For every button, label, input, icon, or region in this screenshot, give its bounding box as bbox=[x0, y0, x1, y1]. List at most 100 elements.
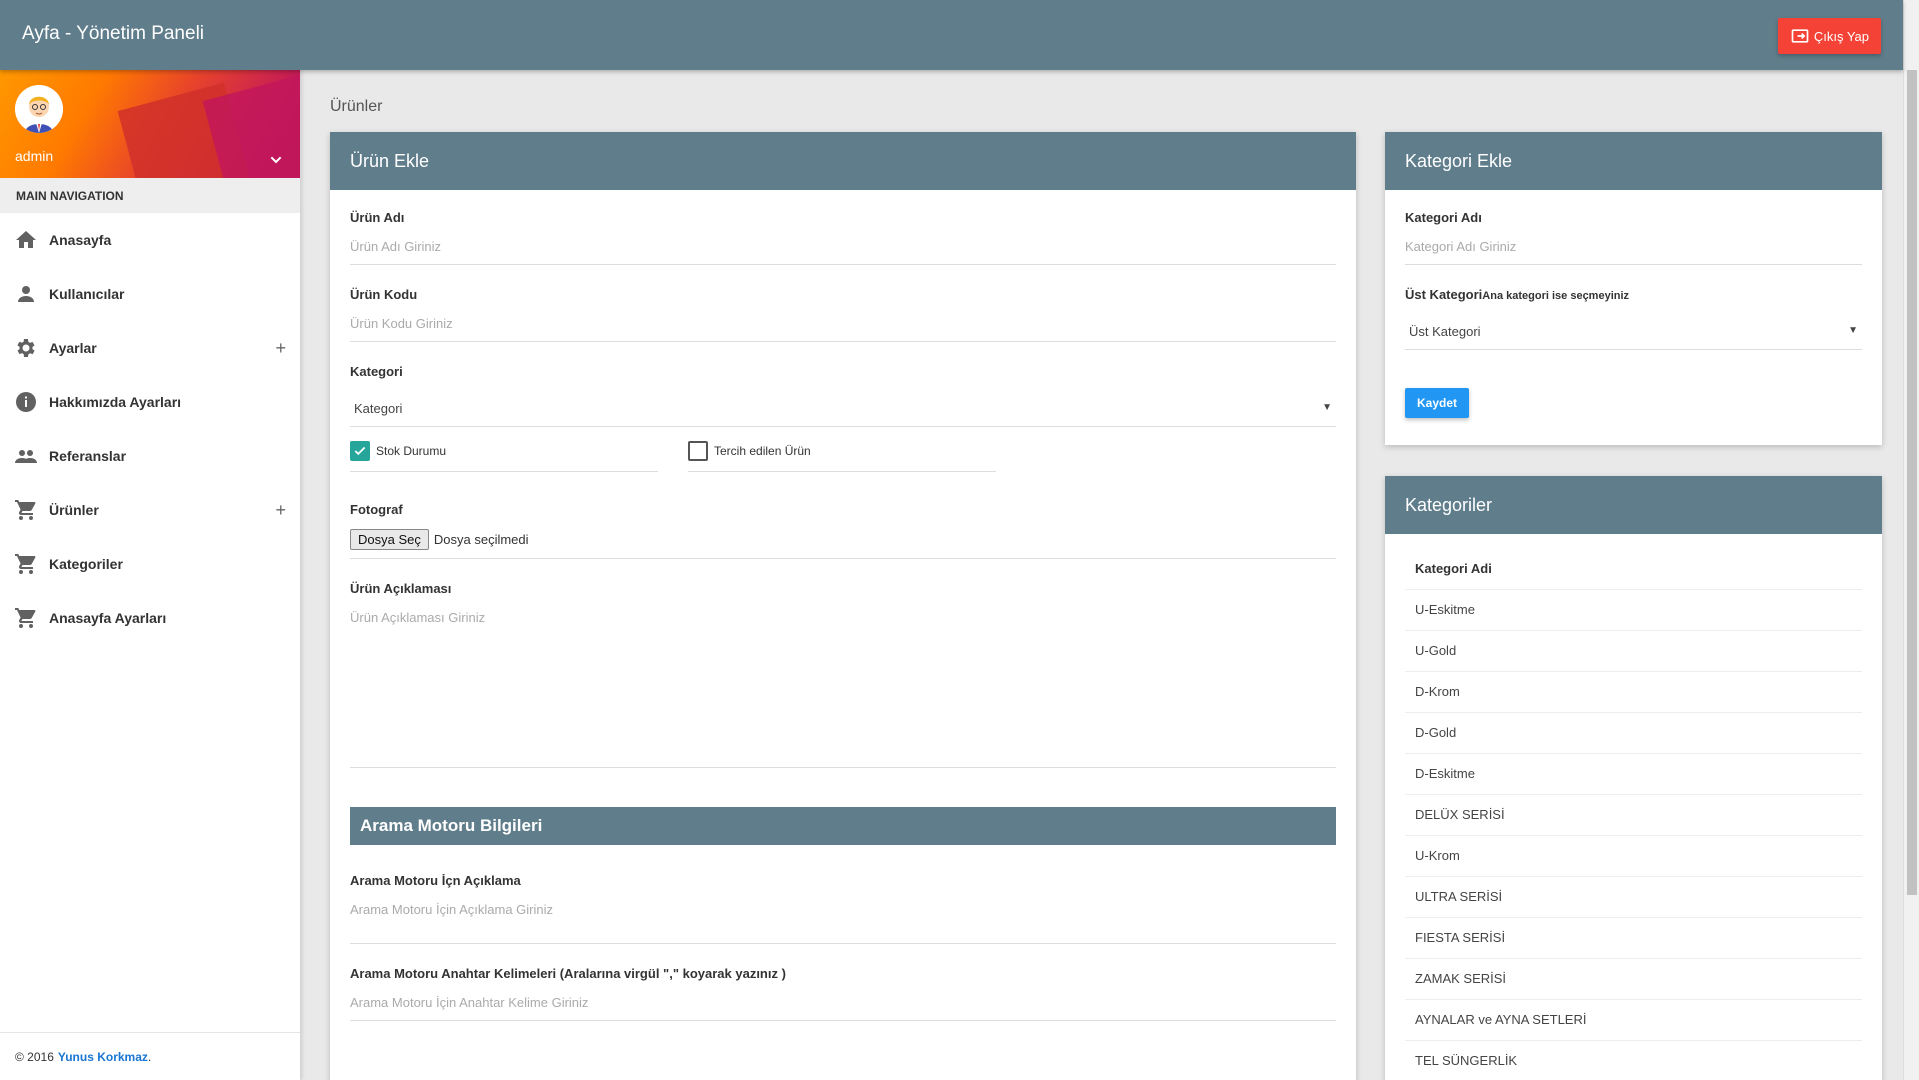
people-icon bbox=[14, 444, 38, 468]
preferred-checkbox-label: Tercih edilen Ürün bbox=[714, 444, 811, 458]
parent-category-hint: Ana kategori ise seçmeyiniz bbox=[1482, 290, 1630, 302]
categories-table: Kategori Adi U-Eskitme U-Gold D-Krom D-G… bbox=[1405, 548, 1862, 1080]
checkbox-row: Stok Durumu Tercih edilen Ürün bbox=[350, 441, 1336, 472]
table-cell: U-Krom bbox=[1405, 835, 1862, 877]
table-cell: AYNALAR ve AYNA SETLERİ bbox=[1405, 999, 1862, 1041]
table-row[interactable]: TEL SÜNGERLİK bbox=[1405, 1040, 1862, 1080]
seo-keywords-label: Arama Motoru Anahtar Kelimeleri (Araları… bbox=[350, 966, 786, 981]
sidebar: admin MAIN NAVIGATION Anasayfa Kullanıcı… bbox=[0, 70, 300, 1080]
expand-plus-icon[interactable]: + bbox=[275, 500, 286, 521]
choose-file-button[interactable]: Dosya Seç bbox=[350, 529, 429, 550]
avatar bbox=[15, 85, 63, 133]
logout-button[interactable]: Çıkış Yap bbox=[1777, 18, 1881, 54]
categories-card: Kategoriler Kategori Adi U-Eskitme U-Gol… bbox=[1385, 476, 1882, 1080]
table-row[interactable]: DELÜX SERİSİ bbox=[1405, 794, 1862, 836]
table-row[interactable]: D-Krom bbox=[1405, 671, 1862, 713]
preferred-checkbox[interactable]: Tercih edilen Ürün bbox=[688, 441, 996, 472]
sidebar-item-referanslar[interactable]: Referanslar bbox=[0, 429, 300, 483]
table-cell: D-Eskitme bbox=[1405, 753, 1862, 795]
seo-description-input[interactable] bbox=[350, 900, 1336, 944]
footer-suffix: . bbox=[147, 1049, 152, 1064]
sidebar-item-kullanicilar[interactable]: Kullanıcılar bbox=[0, 267, 300, 321]
copyright-text: © 2016 bbox=[15, 1049, 54, 1064]
sidebar-item-label: Referanslar bbox=[49, 448, 127, 464]
sidebar-item-label: Kategoriler bbox=[49, 556, 123, 572]
seo-section-header: Arama Motoru Bilgileri bbox=[350, 807, 1336, 845]
checkbox-checked-icon[interactable] bbox=[350, 441, 370, 461]
table-row[interactable]: FIESTA SERİSİ bbox=[1405, 917, 1862, 959]
sidebar-footer: © 2016 Yunus Korkmaz . bbox=[0, 1032, 300, 1080]
sidebar-item-label: Anasayfa Ayarları bbox=[49, 610, 167, 626]
category-name-label: Kategori Adı bbox=[1405, 210, 1482, 225]
expand-plus-icon[interactable]: + bbox=[275, 338, 286, 359]
sidebar-item-label: Ayarlar bbox=[49, 340, 97, 356]
sidebar-item-hakkimizda[interactable]: Hakkımızda Ayarları bbox=[0, 375, 300, 429]
description-label: Ürün Açıklaması bbox=[350, 581, 452, 596]
save-category-button[interactable]: Kaydet bbox=[1405, 388, 1470, 418]
sidebar-item-anasayfa[interactable]: Anasayfa bbox=[0, 213, 300, 267]
user-name: admin bbox=[15, 148, 54, 164]
table-row[interactable]: ULTRA SERİSİ bbox=[1405, 876, 1862, 918]
parent-category-label-text: Üst Kategori bbox=[1405, 287, 1483, 302]
stock-checkbox-label: Stok Durumu bbox=[376, 444, 447, 458]
description-textarea[interactable] bbox=[350, 608, 1336, 768]
table-row[interactable]: U-Gold bbox=[1405, 630, 1862, 672]
sidebar-item-ayarlar[interactable]: Ayarlar + bbox=[0, 321, 300, 375]
sidebar-item-label: Ürünler bbox=[49, 502, 99, 518]
nav-header: MAIN NAVIGATION bbox=[0, 178, 300, 213]
sidebar-item-urunler[interactable]: Ürünler + bbox=[0, 483, 300, 537]
seo-description-label: Arama Motoru İçn Açıklama bbox=[350, 873, 521, 888]
product-code-input[interactable] bbox=[350, 314, 1336, 342]
sidebar-item-label: Kullanıcılar bbox=[49, 286, 125, 302]
table-cell: U-Eskitme bbox=[1405, 589, 1862, 631]
chevron-down-icon[interactable] bbox=[268, 152, 284, 168]
stock-checkbox[interactable]: Stok Durumu bbox=[350, 441, 658, 472]
page-title: Ürünler bbox=[330, 98, 383, 115]
cart-icon bbox=[14, 552, 38, 576]
category-select-value: Kategori bbox=[354, 401, 403, 416]
product-form-title: Ürün Ekle bbox=[330, 132, 1356, 190]
sidebar-item-kategoriler[interactable]: Kategoriler bbox=[0, 537, 300, 591]
cart-icon bbox=[14, 498, 38, 522]
home-icon bbox=[14, 228, 38, 252]
author-link[interactable]: Yunus Korkmaz bbox=[58, 1050, 148, 1064]
product-form-card: Ürün Ekle Ürün Adı Ürün Kodu Kategori Ka… bbox=[330, 132, 1356, 1080]
cart-icon bbox=[14, 606, 38, 630]
top-app-bar: Ayfa - Yönetim Paneli Çıkış Yap bbox=[0, 0, 1903, 70]
parent-category-value: Üst Kategori bbox=[1409, 324, 1481, 339]
table-row[interactable]: U-Eskitme bbox=[1405, 589, 1862, 631]
table-row[interactable]: AYNALAR ve AYNA SETLERİ bbox=[1405, 999, 1862, 1041]
seo-keywords-input[interactable] bbox=[350, 993, 1336, 1021]
gear-icon bbox=[14, 336, 38, 360]
category-name-input[interactable] bbox=[1405, 237, 1862, 265]
info-icon bbox=[14, 390, 38, 414]
page-scrollbar[interactable] bbox=[1903, 0, 1919, 1080]
parent-category-select[interactable]: Üst Kategori ▼ bbox=[1405, 314, 1862, 350]
sidebar-item-anasayfa-ayarlari[interactable]: Anasayfa Ayarları bbox=[0, 591, 300, 645]
table-row[interactable]: D-Gold bbox=[1405, 712, 1862, 754]
product-name-input[interactable] bbox=[350, 237, 1336, 265]
table-row[interactable]: ZAMAK SERİSİ bbox=[1405, 958, 1862, 1000]
logout-icon bbox=[1791, 29, 1809, 43]
table-cell: U-Gold bbox=[1405, 630, 1862, 672]
category-form-title: Kategori Ekle bbox=[1385, 132, 1882, 190]
table-cell: DELÜX SERİSİ bbox=[1405, 794, 1862, 836]
table-row[interactable]: U-Krom bbox=[1405, 835, 1862, 877]
table-row[interactable]: D-Eskitme bbox=[1405, 753, 1862, 795]
checkbox-unchecked-icon[interactable] bbox=[688, 441, 708, 461]
scrollbar-thumb[interactable] bbox=[1907, 70, 1917, 895]
category-select[interactable]: Kategori ▼ bbox=[350, 391, 1336, 427]
parent-category-label: Üst KategoriAna kategori ise seçmeyiniz bbox=[1405, 287, 1862, 302]
product-code-label: Ürün Kodu bbox=[350, 287, 418, 302]
sidebar-item-label: Hakkımızda Ayarları bbox=[49, 394, 182, 410]
photo-file-input: Dosya Seç Dosya seçilmedi bbox=[350, 529, 1336, 559]
logout-label: Çıkış Yap bbox=[1813, 28, 1869, 44]
app-title: Ayfa - Yönetim Paneli bbox=[22, 23, 205, 44]
category-form-card: Kategori Ekle Kategori Adı Üst KategoriA… bbox=[1385, 132, 1882, 445]
table-cell: ZAMAK SERİSİ bbox=[1405, 958, 1862, 1000]
dropdown-caret-icon: ▼ bbox=[1848, 325, 1858, 336]
table-header-row: Kategori Adi bbox=[1405, 548, 1862, 590]
column-header-category-name: Kategori Adi bbox=[1405, 548, 1862, 590]
dropdown-caret-icon: ▼ bbox=[1322, 402, 1332, 413]
photo-label: Fotograf bbox=[350, 502, 403, 517]
